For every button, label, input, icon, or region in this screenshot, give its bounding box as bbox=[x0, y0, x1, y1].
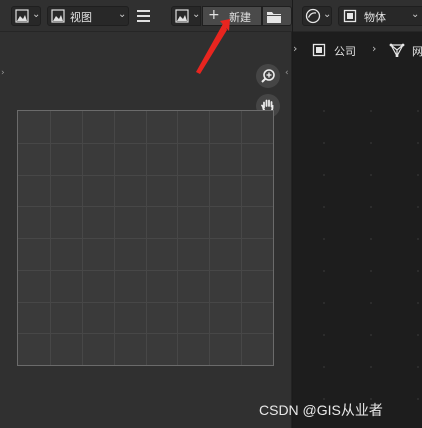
view-menu-label: 视图 bbox=[70, 11, 92, 24]
viewport-grid-dot bbox=[323, 302, 325, 304]
viewport-grid-dot bbox=[370, 366, 372, 368]
grid-line bbox=[18, 270, 273, 271]
grid-line bbox=[18, 206, 273, 207]
zoom-in-icon[interactable] bbox=[256, 64, 280, 88]
image-editor-icon bbox=[15, 9, 29, 23]
chevron-right-icon: › bbox=[372, 42, 377, 55]
viewport-grid-dot bbox=[323, 334, 325, 336]
object-icon bbox=[343, 9, 357, 23]
mesh-icon bbox=[389, 43, 405, 57]
chevron-down-icon: ⌄ bbox=[32, 9, 41, 20]
viewport-grid-dot bbox=[370, 142, 372, 144]
viewport-grid-dot bbox=[417, 334, 419, 336]
viewport-grid-dot bbox=[323, 174, 325, 176]
mode-dropdown[interactable]: 物体 ⌄ bbox=[338, 6, 422, 26]
breadcrumb-item-label: 网 bbox=[412, 45, 422, 58]
toolbar-toggle-arrow[interactable]: › bbox=[1, 68, 9, 82]
viewport-grid-dot bbox=[417, 206, 419, 208]
viewport-grid-dot bbox=[417, 302, 419, 304]
viewport-grid-dot bbox=[323, 270, 325, 272]
breadcrumb: › 公司 › 网 bbox=[293, 40, 422, 60]
uv-grid[interactable] bbox=[17, 110, 274, 366]
open-image-button[interactable] bbox=[262, 6, 292, 26]
menu-icon[interactable] bbox=[136, 8, 152, 24]
shading-dropdown[interactable]: ⌄ bbox=[302, 6, 332, 26]
viewport-grid-dot bbox=[417, 398, 419, 400]
new-button-label: 新建 bbox=[229, 11, 251, 24]
image-editor-header: ⌄ 视图 ⌄ ⌄ + 新建 bbox=[0, 0, 292, 32]
collection-icon bbox=[312, 43, 326, 57]
3d-viewport-header: ⌄ 物体 ⌄ bbox=[293, 0, 422, 32]
3d-viewport[interactable] bbox=[293, 0, 422, 428]
viewport-grid-dot bbox=[370, 174, 372, 176]
chevron-down-icon: ⌄ bbox=[411, 9, 420, 20]
breadcrumb-item-label: 公司 bbox=[334, 45, 356, 58]
view-menu-dropdown[interactable]: 视图 ⌄ bbox=[47, 6, 129, 26]
viewport-grid-dot bbox=[417, 238, 419, 240]
viewport-grid-dot bbox=[370, 206, 372, 208]
viewport-grid-dot bbox=[370, 302, 372, 304]
grid-line bbox=[18, 175, 273, 176]
viewport-grid-dot bbox=[417, 174, 419, 176]
editor-type-dropdown[interactable]: ⌄ bbox=[11, 6, 41, 26]
grid-line bbox=[18, 302, 273, 303]
viewport-grid-dot bbox=[370, 238, 372, 240]
annotation-arrow bbox=[196, 19, 230, 74]
watermark: CSDN @GIS从业者 bbox=[259, 402, 383, 418]
viewport-grid-dot bbox=[323, 398, 325, 400]
viewport-grid-dot bbox=[323, 206, 325, 208]
viewport-grid-dot bbox=[417, 110, 419, 112]
viewport-grid-dot bbox=[323, 238, 325, 240]
viewport-grid-dot bbox=[417, 142, 419, 144]
mode-label: 物体 bbox=[364, 11, 386, 24]
grid-line bbox=[18, 238, 273, 239]
viewport-grid-dot bbox=[370, 110, 372, 112]
viewport-grid-dot bbox=[370, 334, 372, 336]
grid-line bbox=[18, 143, 273, 144]
sidebar-toggle-arrow[interactable]: ‹ bbox=[285, 68, 293, 82]
viewport-grid-dot bbox=[323, 142, 325, 144]
viewport-grid-dot bbox=[323, 110, 325, 112]
chevron-down-icon: ⌄ bbox=[323, 9, 332, 20]
folder-icon bbox=[267, 12, 281, 23]
viewport-grid-dot bbox=[323, 366, 325, 368]
chevron-down-icon: ⌄ bbox=[118, 9, 127, 20]
grid-line bbox=[18, 333, 273, 334]
viewport-grid-dot bbox=[370, 398, 372, 400]
image-icon bbox=[51, 9, 65, 23]
sphere-icon bbox=[305, 8, 321, 24]
viewport-grid-dot bbox=[417, 270, 419, 272]
viewport-grid-dot bbox=[370, 270, 372, 272]
chevron-right-icon: › bbox=[293, 42, 298, 55]
viewport-grid-dot bbox=[417, 366, 419, 368]
